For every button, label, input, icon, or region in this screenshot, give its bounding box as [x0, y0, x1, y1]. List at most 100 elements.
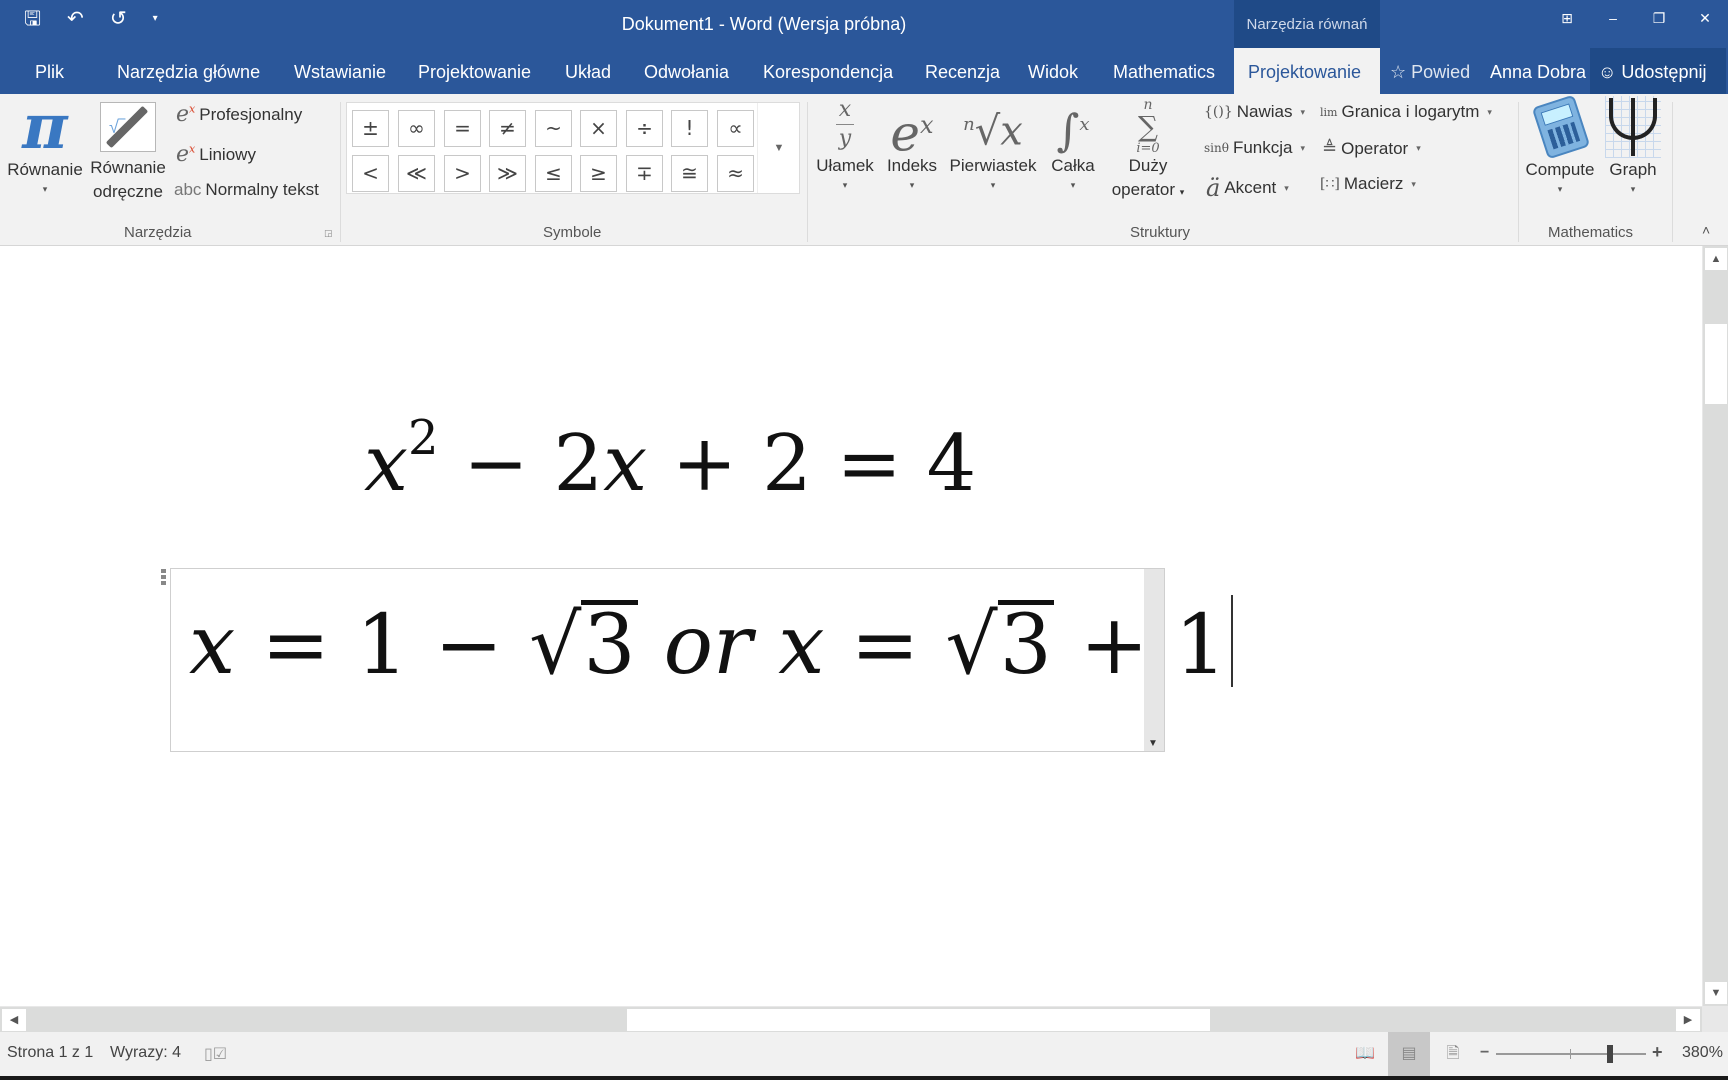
scroll-up-arrow[interactable]: ▲: [1705, 248, 1727, 270]
large-operator-button[interactable]: n ∑ i=0 Duży operator ▾: [1106, 94, 1190, 204]
proofing-icon[interactable]: ▯☑: [204, 1044, 227, 1064]
group-label-symbole: Symbole: [543, 224, 602, 241]
equation-box[interactable]: x = 1 − √3 or x = √3 + 1 ▼: [161, 568, 1233, 752]
integral-button[interactable]: ∫x Całka ▾: [1042, 94, 1104, 192]
symbol-tilde[interactable]: ~: [535, 110, 572, 147]
gallery-more-button[interactable]: ▼: [757, 103, 800, 193]
symbol-equals[interactable]: =: [444, 110, 481, 147]
horizontal-scroll-thumb[interactable]: [627, 1009, 1210, 1031]
minimize-button[interactable]: –: [1590, 0, 1636, 36]
close-button[interactable]: ✕: [1682, 0, 1728, 36]
tab-wstawianie[interactable]: Wstawianie: [294, 48, 386, 94]
linear-button[interactable]: ex Liniowy: [176, 142, 256, 167]
matrix-button[interactable]: [∷] Macierz ▾: [1320, 174, 1416, 194]
tab-projektowanie-equation[interactable]: Projektowanie: [1234, 48, 1380, 94]
document-canvas[interactable]: x2 − 2x + 2 = 4 x = 1 − √3 or x = √3 + 1…: [0, 246, 1702, 1006]
tab-korespondencja[interactable]: Korespondencja: [763, 48, 893, 94]
operator-button[interactable]: ≜ Operator ▾: [1322, 138, 1421, 159]
radical-button[interactable]: n√x Pierwiastek ▾: [946, 94, 1040, 192]
tab-odwolania[interactable]: Odwołania: [644, 48, 729, 94]
calculator-icon: [1531, 94, 1591, 160]
scroll-left-arrow[interactable]: ◀: [2, 1009, 26, 1031]
script-button[interactable]: ex Indeks ▾: [880, 94, 944, 192]
group-separator: [807, 102, 808, 242]
equation-button[interactable]: π Równanie ▾: [4, 96, 86, 196]
zoom-slider[interactable]: [1496, 1045, 1646, 1063]
symbol-plus-minus[interactable]: ±: [352, 110, 389, 147]
graph-label: Graph: [1609, 160, 1657, 179]
dialog-launcher-icon[interactable]: ◲: [324, 228, 333, 239]
graph-button[interactable]: Graph ▾: [1600, 94, 1666, 196]
limit-log-button[interactable]: lim Granica i logarytm ▾: [1320, 102, 1492, 122]
lightbulb-icon: ☆: [1390, 62, 1407, 82]
equation-quadratic[interactable]: x2 − 2x + 2 = 4: [364, 410, 976, 509]
symbol-greater-equal[interactable]: ≥: [580, 155, 617, 192]
fraction-label: Ułamek: [816, 156, 874, 175]
vertical-scroll-thumb[interactable]: [1705, 324, 1727, 404]
tab-widok[interactable]: Widok: [1028, 48, 1078, 94]
scroll-right-arrow[interactable]: ▶: [1676, 1009, 1700, 1031]
share-button[interactable]: ☺ Udostępnij: [1590, 48, 1726, 94]
equation-options-bar[interactable]: ▼: [1144, 569, 1164, 751]
symbol-times[interactable]: ×: [580, 110, 617, 147]
bracket-button[interactable]: {()} Nawias ▾: [1204, 102, 1305, 122]
tab-recenzja[interactable]: Recenzja: [925, 48, 1000, 94]
zoom-level[interactable]: 380%: [1682, 1044, 1723, 1062]
tab-uklad[interactable]: Układ: [565, 48, 611, 94]
zoom-out-button[interactable]: −: [1480, 1044, 1489, 1062]
horizontal-scrollbar[interactable]: ◀ ▶: [0, 1006, 1702, 1032]
tab-projektowanie[interactable]: Projektowanie: [418, 48, 531, 94]
fraction-button[interactable]: xy Ułamek ▾: [812, 94, 878, 192]
equation-options-dropdown-icon[interactable]: ▼: [1148, 738, 1158, 749]
symbol-minus-plus[interactable]: ∓: [626, 155, 663, 192]
vertical-scrollbar[interactable]: ▲ ▼: [1702, 246, 1728, 1006]
user-name[interactable]: Anna Dobra: [1490, 48, 1586, 94]
symbol-infinity[interactable]: ∞: [398, 110, 435, 147]
eq2-tail: + 1: [1053, 598, 1227, 693]
zoom-slider-knob[interactable]: [1607, 1045, 1613, 1063]
symbol-much-less[interactable]: ≪: [398, 155, 435, 192]
eq2-var-2: x: [778, 598, 825, 693]
web-layout-icon[interactable]: 🗎: [1432, 1032, 1474, 1076]
symbol-gallery: ± ∞ = ≠ ~ × ÷ ! ∝ < ≪ > ≫ ≤ ≥ ∓ ≅ ≈ ▼: [346, 102, 800, 194]
tell-me-box[interactable]: ☆ Powied: [1390, 48, 1470, 94]
script-icon: ex: [890, 104, 934, 163]
chevron-down-icon: ▾: [1284, 182, 1289, 193]
page-count[interactable]: Strona 1 z 1: [7, 1044, 93, 1062]
tab-narzedzia-glowne[interactable]: Narzędzia główne: [117, 48, 260, 94]
scroll-down-arrow[interactable]: ▼: [1705, 982, 1727, 1004]
symbol-almost-equal[interactable]: ≈: [717, 155, 754, 192]
symbol-proportional[interactable]: ∝: [717, 110, 754, 147]
collapse-ribbon-icon[interactable]: ˄: [1702, 222, 1710, 238]
compute-button[interactable]: Compute ▾: [1520, 94, 1600, 196]
chevron-down-icon: ▾: [1070, 180, 1076, 190]
symbol-greater-than[interactable]: >: [444, 155, 481, 192]
symbol-divide[interactable]: ÷: [626, 110, 663, 147]
symbol-congruent[interactable]: ≅: [671, 155, 708, 192]
group-label-narzedzia: Narzędzia: [124, 224, 192, 241]
ink-equation-button[interactable]: √‾ Równanie odręczne: [86, 102, 170, 204]
read-mode-icon[interactable]: 📖: [1344, 1032, 1386, 1076]
tab-plik[interactable]: Plik: [35, 48, 64, 94]
eq1-middle: − 2: [438, 419, 604, 509]
equation-solution[interactable]: x = 1 − √3 or x = √3 + 1: [189, 595, 1233, 693]
function-button[interactable]: sinθ Funkcja ▾: [1204, 138, 1305, 158]
word-count[interactable]: Wyrazy: 4: [110, 1044, 181, 1062]
professional-button[interactable]: ex Profesjonalny: [176, 102, 302, 127]
symbol-less-than[interactable]: <: [352, 155, 389, 192]
ribbon-display-options-icon[interactable]: ⊞: [1544, 0, 1590, 36]
symbol-factorial[interactable]: !: [671, 110, 708, 147]
equation-drag-handle[interactable]: [161, 569, 169, 587]
normal-text-button[interactable]: abc Normalny tekst: [174, 180, 319, 200]
radical-icon: n√x: [963, 108, 1023, 155]
symbol-much-greater[interactable]: ≫: [489, 155, 526, 192]
symbol-not-equal[interactable]: ≠: [489, 110, 526, 147]
tab-mathematics[interactable]: Mathematics: [1113, 48, 1215, 94]
zoom-in-button[interactable]: +: [1652, 1042, 1663, 1063]
title-bar: 🖫 ↶ ↺ ▾ Dokument1 - Word (Wersja próbna)…: [0, 0, 1728, 48]
symbol-less-equal[interactable]: ≤: [535, 155, 572, 192]
print-layout-icon[interactable]: ▤: [1388, 1032, 1430, 1076]
accent-button[interactable]: ä Akcent ▾: [1206, 174, 1289, 202]
restore-button[interactable]: ❐: [1636, 0, 1682, 36]
linear-format-icon: ex: [176, 142, 196, 167]
